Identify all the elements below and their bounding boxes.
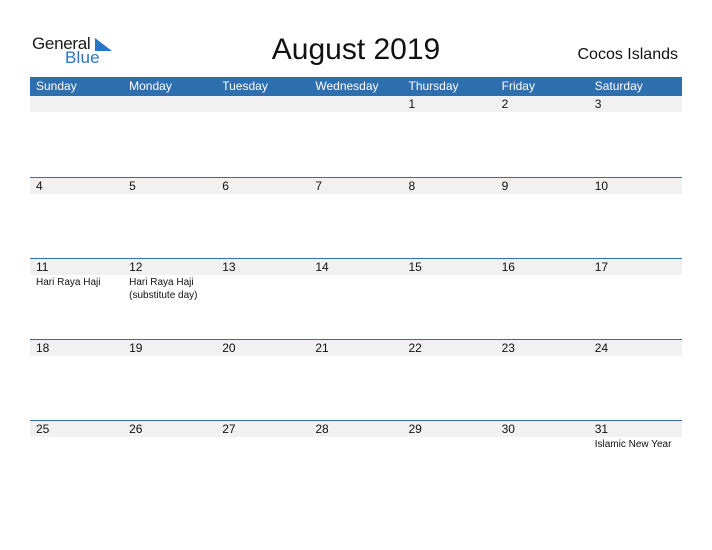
day-number: 4 [30, 178, 124, 194]
day-number: 2 [495, 96, 589, 112]
day-number: 3 [588, 96, 682, 112]
day-number: 8 [402, 178, 496, 194]
day-number: 6 [216, 178, 310, 194]
day-number: 23 [495, 340, 589, 356]
day-cell: 31 Islamic New Year [588, 421, 682, 501]
weekday-tuesday: Tuesday [222, 79, 268, 93]
weekday-friday: Friday [501, 79, 535, 93]
day-number [123, 96, 217, 112]
day-cell: 20 [216, 340, 310, 420]
day-cell: 14 [309, 259, 403, 339]
holiday-label: Hari Raya Haji (substitute day) [129, 277, 198, 301]
day-cell [123, 96, 217, 177]
day-number: 28 [309, 421, 403, 437]
day-number: 7 [309, 178, 403, 194]
weekday-thursday: Thursday [408, 79, 459, 93]
day-number [30, 96, 124, 112]
day-number: 16 [495, 259, 589, 275]
day-number: 17 [588, 259, 682, 275]
day-number: 13 [216, 259, 310, 275]
day-number [216, 96, 310, 112]
day-cell: 23 [495, 340, 589, 420]
weekday-header: Sunday Monday Tuesday Wednesday Thursday… [30, 77, 682, 96]
day-number: 9 [495, 178, 589, 194]
week-row: 11 Hari Raya Haji 12 Hari Raya Haji (substi… [30, 258, 682, 339]
day-cell: 6 [216, 178, 310, 258]
holiday-label: Hari Raya Haji [36, 277, 101, 288]
day-cell [309, 96, 403, 177]
day-number: 15 [402, 259, 496, 275]
day-cell: 17 [588, 259, 682, 339]
week-row: 4 5 6 7 8 9 10 [30, 177, 682, 258]
weekday-wednesday: Wednesday [315, 79, 379, 93]
day-number: 5 [123, 178, 217, 194]
day-number: 26 [123, 421, 217, 437]
day-cell: 18 [30, 340, 124, 420]
day-number: 24 [588, 340, 682, 356]
week-row: 25 26 27 28 29 30 31 Islamic New Year [30, 420, 682, 501]
day-number: 20 [216, 340, 310, 356]
day-cell: 21 [309, 340, 403, 420]
day-cell: 27 [216, 421, 310, 501]
day-number: 11 [30, 259, 124, 275]
day-number: 31 [588, 421, 682, 437]
country-label: Cocos Islands [577, 46, 679, 63]
day-cell: 12 Hari Raya Haji (substitute day) [123, 259, 217, 339]
day-cell: 10 [588, 178, 682, 258]
day-number: 18 [30, 340, 124, 356]
day-number: 21 [309, 340, 403, 356]
day-cell: 16 [495, 259, 589, 339]
day-cell: 26 [123, 421, 217, 501]
day-cell: 5 [123, 178, 217, 258]
day-cell: 11 Hari Raya Haji [30, 259, 124, 339]
day-number: 12 [123, 259, 217, 275]
day-number: 29 [402, 421, 496, 437]
day-cell: 1 [402, 96, 496, 177]
day-number: 1 [402, 96, 496, 112]
day-number [309, 96, 403, 112]
day-cell: 8 [402, 178, 496, 258]
day-number: 25 [30, 421, 124, 437]
day-cell: 22 [402, 340, 496, 420]
day-number: 27 [216, 421, 310, 437]
weekday-monday: Monday [129, 79, 172, 93]
day-cell: 2 [495, 96, 589, 177]
day-cell: 15 [402, 259, 496, 339]
day-cell [216, 96, 310, 177]
week-row: 18 19 20 21 22 23 24 [30, 339, 682, 420]
day-cell: 9 [495, 178, 589, 258]
day-cell: 19 [123, 340, 217, 420]
day-cell: 29 [402, 421, 496, 501]
day-number: 14 [309, 259, 403, 275]
day-cell [30, 96, 124, 177]
day-cell: 24 [588, 340, 682, 420]
day-number: 22 [402, 340, 496, 356]
day-number: 30 [495, 421, 589, 437]
day-cell: 7 [309, 178, 403, 258]
day-number: 19 [123, 340, 217, 356]
day-cell: 3 [588, 96, 682, 177]
day-cell: 28 [309, 421, 403, 501]
day-cell: 30 [495, 421, 589, 501]
weekday-sunday: Sunday [36, 79, 77, 93]
day-cell: 13 [216, 259, 310, 339]
calendar-grid: Sunday Monday Tuesday Wednesday Thursday… [30, 77, 682, 501]
day-number: 10 [588, 178, 682, 194]
week-row: 123 [30, 96, 682, 177]
day-cell: 4 [30, 178, 124, 258]
weekday-saturday: Saturday [594, 79, 643, 93]
holiday-label: Islamic New Year [594, 439, 672, 450]
day-cell: 25 [30, 421, 124, 501]
